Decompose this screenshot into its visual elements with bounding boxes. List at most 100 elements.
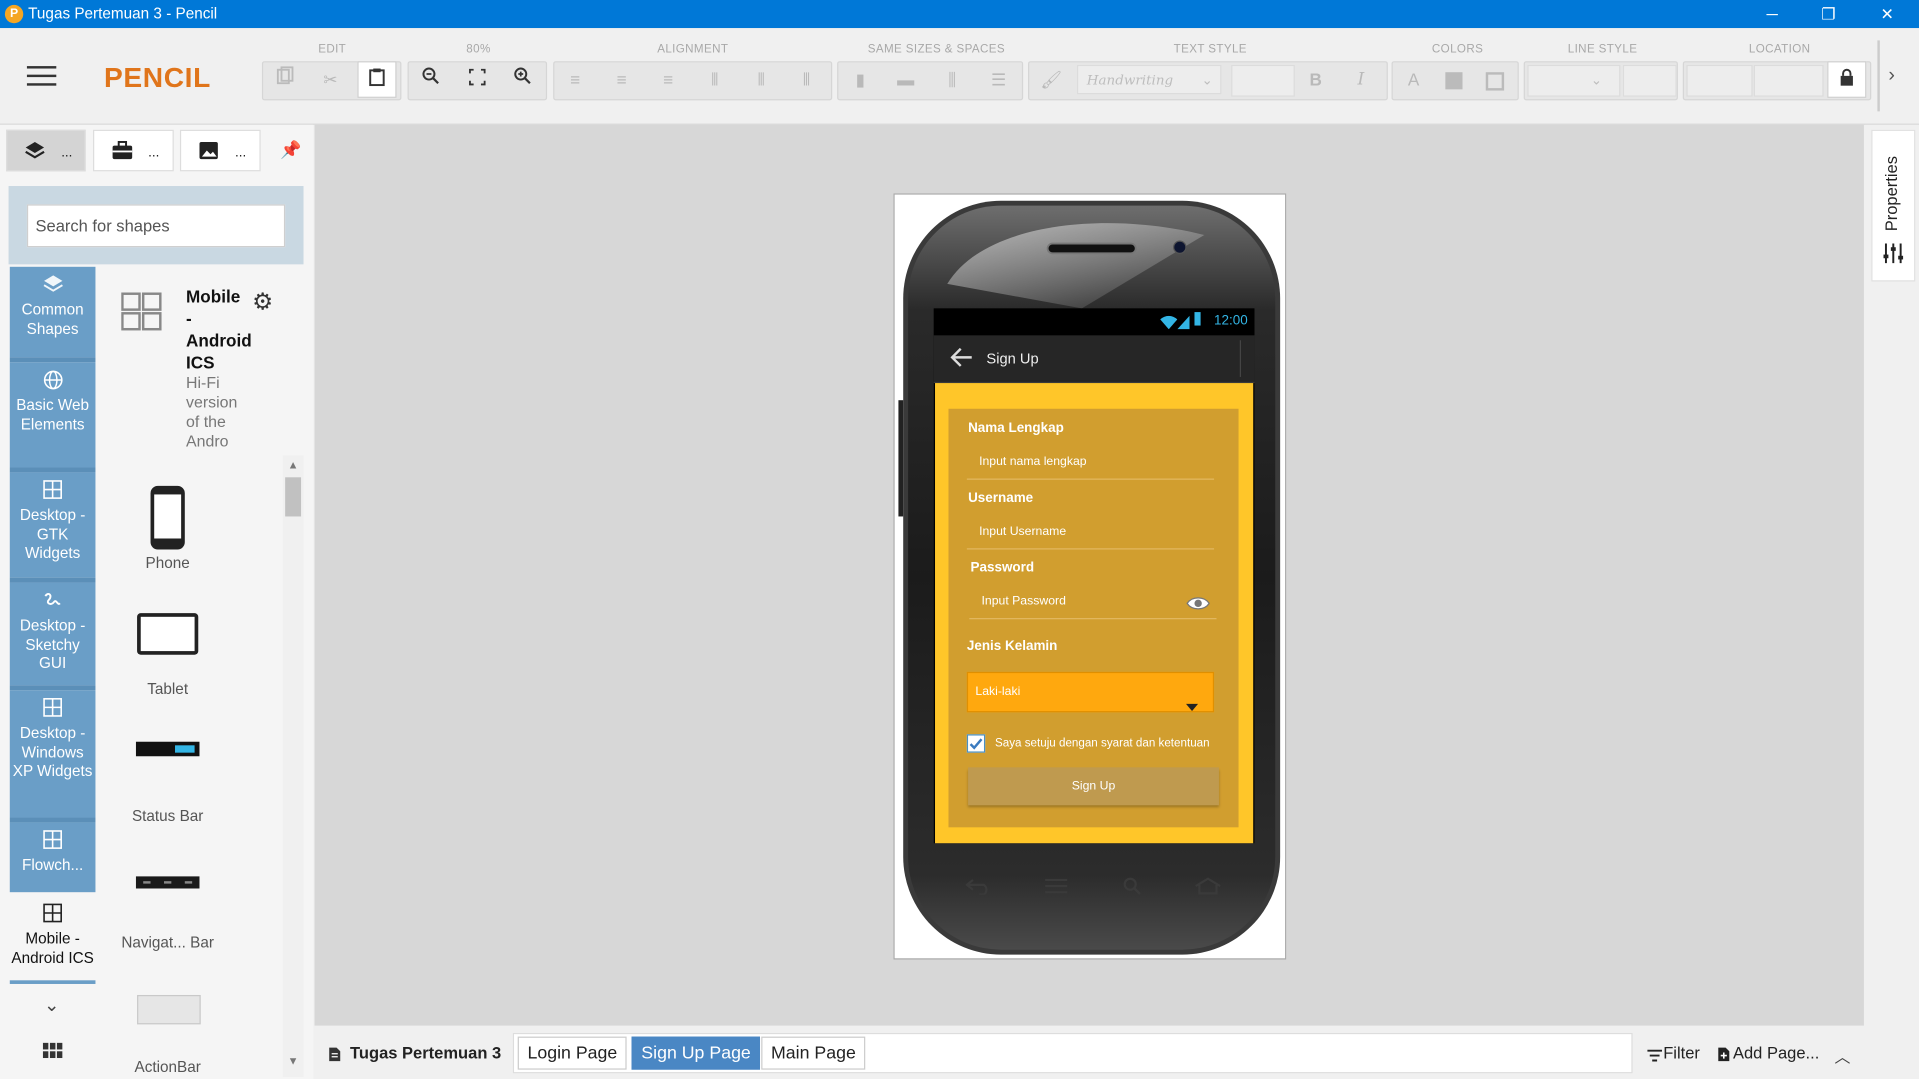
align-center-icon[interactable]: ≡ bbox=[602, 61, 641, 98]
category-divider bbox=[9, 980, 96, 984]
align-left-icon[interactable]: ≡ bbox=[556, 61, 595, 98]
zoom-in-icon[interactable] bbox=[503, 61, 542, 98]
phone-shape-thumb[interactable] bbox=[149, 485, 186, 557]
italic-icon[interactable]: I bbox=[1341, 61, 1380, 98]
chevron-up-icon[interactable]: ︿ bbox=[1835, 1044, 1851, 1067]
grid-icon bbox=[10, 698, 96, 718]
location-y-input[interactable] bbox=[1753, 64, 1824, 97]
tab-clipart[interactable]: ... bbox=[179, 129, 261, 172]
tablet-shape-thumb[interactable] bbox=[136, 612, 200, 662]
signup-button[interactable]: Sign Up bbox=[968, 767, 1219, 806]
group-label-location: LOCATION bbox=[1748, 42, 1811, 57]
shape-search-input[interactable]: Search for shapes bbox=[26, 204, 286, 248]
brand-logo: PENCIL bbox=[104, 61, 211, 94]
fill-color-icon[interactable] bbox=[1434, 61, 1473, 98]
bold-icon[interactable]: B bbox=[1296, 61, 1335, 98]
page-tab-main[interactable]: Main Page bbox=[761, 1036, 866, 1070]
wifi-icon bbox=[1160, 313, 1178, 335]
stroke-color-icon[interactable] bbox=[1475, 61, 1514, 98]
location-x-input[interactable] bbox=[1686, 64, 1753, 97]
grid-icon bbox=[10, 480, 96, 500]
label-nama-lengkap: Nama Lengkap bbox=[968, 421, 1064, 436]
shape-label-actionbar: ActionBar bbox=[134, 1058, 201, 1076]
hw-home-icon bbox=[1194, 877, 1221, 901]
shapes-scrollbar[interactable]: ▲ ▼ bbox=[282, 455, 304, 1077]
filter-icon bbox=[1647, 1046, 1662, 1068]
category-desktop-gtk[interactable]: Desktop - GTK Widgets bbox=[9, 472, 96, 578]
category-mobile-android-ics[interactable]: Mobile - Android ICS bbox=[9, 895, 96, 981]
title-bar: P Tugas Pertemuan 3 - Pencil ─ ❐ ✕ bbox=[0, 0, 1919, 29]
password-input[interactable]: Input Password bbox=[969, 585, 1217, 620]
label-jenis-kelamin: Jenis Kelamin bbox=[966, 638, 1058, 654]
apps-grid-icon[interactable] bbox=[42, 1042, 63, 1066]
page-tab-sign-up[interactable]: Sign Up Page bbox=[631, 1036, 761, 1070]
actionbar-shape-thumb[interactable] bbox=[137, 994, 201, 1025]
category-common-shapes[interactable]: Common Shapes bbox=[9, 266, 96, 358]
page-tab-login[interactable]: Login Page bbox=[517, 1036, 628, 1070]
image-icon bbox=[198, 141, 219, 164]
space-horizontal-icon[interactable]: ⫼ bbox=[933, 61, 972, 98]
category-flowchart[interactable]: Flowch... bbox=[9, 822, 96, 893]
chevron-down-icon[interactable]: ⌄ bbox=[44, 994, 59, 1016]
font-family-select[interactable]: Handwriting ⌄ bbox=[1076, 64, 1222, 95]
align-bottom-icon[interactable]: ⦀ bbox=[787, 61, 826, 98]
add-page-button[interactable]: Add Page... bbox=[1733, 1044, 1819, 1062]
align-right-icon[interactable]: ≡ bbox=[649, 61, 688, 98]
minimize-button[interactable]: ─ bbox=[1744, 0, 1800, 28]
group-label-edit: EDIT bbox=[318, 42, 347, 57]
text-color-icon[interactable]: A bbox=[1394, 61, 1433, 98]
category-desktop-winxp[interactable]: Desktop - Windows XP Widgets bbox=[9, 690, 96, 818]
username-input[interactable]: Input Username bbox=[966, 515, 1215, 550]
tab-clipart-label: ... bbox=[234, 145, 247, 161]
scroll-down-icon[interactable]: ▼ bbox=[288, 1055, 299, 1067]
category-label: Common Shapes bbox=[21, 301, 84, 338]
same-height-icon[interactable]: ▬ bbox=[886, 61, 925, 98]
pin-icon[interactable]: 📌 bbox=[280, 140, 301, 161]
page-sheet[interactable]: 12:00 Sign Up Nama Lengkap Input nama le… bbox=[893, 193, 1287, 960]
align-top-icon[interactable]: ⦀ bbox=[695, 61, 734, 98]
checkmark-icon bbox=[969, 738, 983, 750]
nama-lengkap-input[interactable]: Input nama lengkap bbox=[966, 445, 1215, 480]
navigation-bar-shape-thumb[interactable] bbox=[135, 873, 200, 895]
battery-icon bbox=[1194, 312, 1201, 326]
line-style-select[interactable]: ⌄ bbox=[1527, 64, 1621, 97]
gear-icon[interactable]: ⚙ bbox=[252, 289, 273, 317]
agree-checkbox[interactable] bbox=[966, 734, 986, 753]
format-painter-icon[interactable]: 🖌 bbox=[1032, 61, 1071, 98]
copy-icon[interactable] bbox=[266, 61, 305, 98]
shape-label-status-bar: Status Bar bbox=[131, 807, 204, 825]
zoom-fit-icon[interactable] bbox=[458, 61, 497, 98]
document-title: Tugas Pertemuan 3 bbox=[350, 1043, 502, 1063]
group-label-text-style: TEXT STYLE bbox=[1173, 42, 1247, 57]
same-width-icon[interactable]: ▮ bbox=[841, 61, 880, 98]
category-basic-web-elements[interactable]: Basic Web Elements bbox=[9, 362, 96, 468]
grid-icon bbox=[10, 903, 96, 923]
tab-templates[interactable]: ... bbox=[93, 129, 174, 172]
scrollbar-thumb[interactable] bbox=[285, 477, 302, 517]
align-middle-icon[interactable]: ⦀ bbox=[742, 61, 781, 98]
status-bar-shape-thumb[interactable] bbox=[135, 740, 200, 762]
filter-button[interactable]: Filter bbox=[1663, 1044, 1700, 1062]
back-arrow-icon[interactable] bbox=[948, 346, 972, 374]
paste-icon[interactable] bbox=[357, 61, 397, 98]
gender-dropdown[interactable]: Laki-laki bbox=[966, 671, 1215, 713]
menu-icon[interactable] bbox=[26, 66, 59, 88]
zoom-out-icon[interactable] bbox=[411, 61, 450, 98]
lock-icon[interactable] bbox=[1827, 61, 1867, 98]
font-size-input[interactable] bbox=[1231, 64, 1295, 97]
eye-icon[interactable] bbox=[1186, 595, 1210, 617]
properties-tab[interactable]: Properties bbox=[1871, 129, 1916, 282]
scroll-up-icon[interactable]: ▲ bbox=[288, 459, 299, 471]
close-button[interactable]: ✕ bbox=[1859, 0, 1915, 28]
line-width-input[interactable] bbox=[1622, 64, 1677, 97]
restore-button[interactable]: ❐ bbox=[1800, 0, 1856, 28]
category-desktop-sketchy[interactable]: Desktop - Sketchy GUI bbox=[9, 582, 96, 686]
hw-search-icon bbox=[1122, 876, 1142, 902]
group-label-line-style: LINE STYLE bbox=[1567, 42, 1638, 57]
squiggle-icon bbox=[10, 590, 96, 610]
chevron-right-icon[interactable]: › bbox=[1888, 65, 1895, 87]
space-vertical-icon[interactable]: ☰ bbox=[979, 61, 1018, 98]
cut-icon[interactable]: ✂ bbox=[311, 61, 350, 98]
tab-shapes[interactable]: ... bbox=[6, 129, 86, 172]
shape-label-navigation-bar: Navigat... Bar bbox=[121, 933, 215, 951]
